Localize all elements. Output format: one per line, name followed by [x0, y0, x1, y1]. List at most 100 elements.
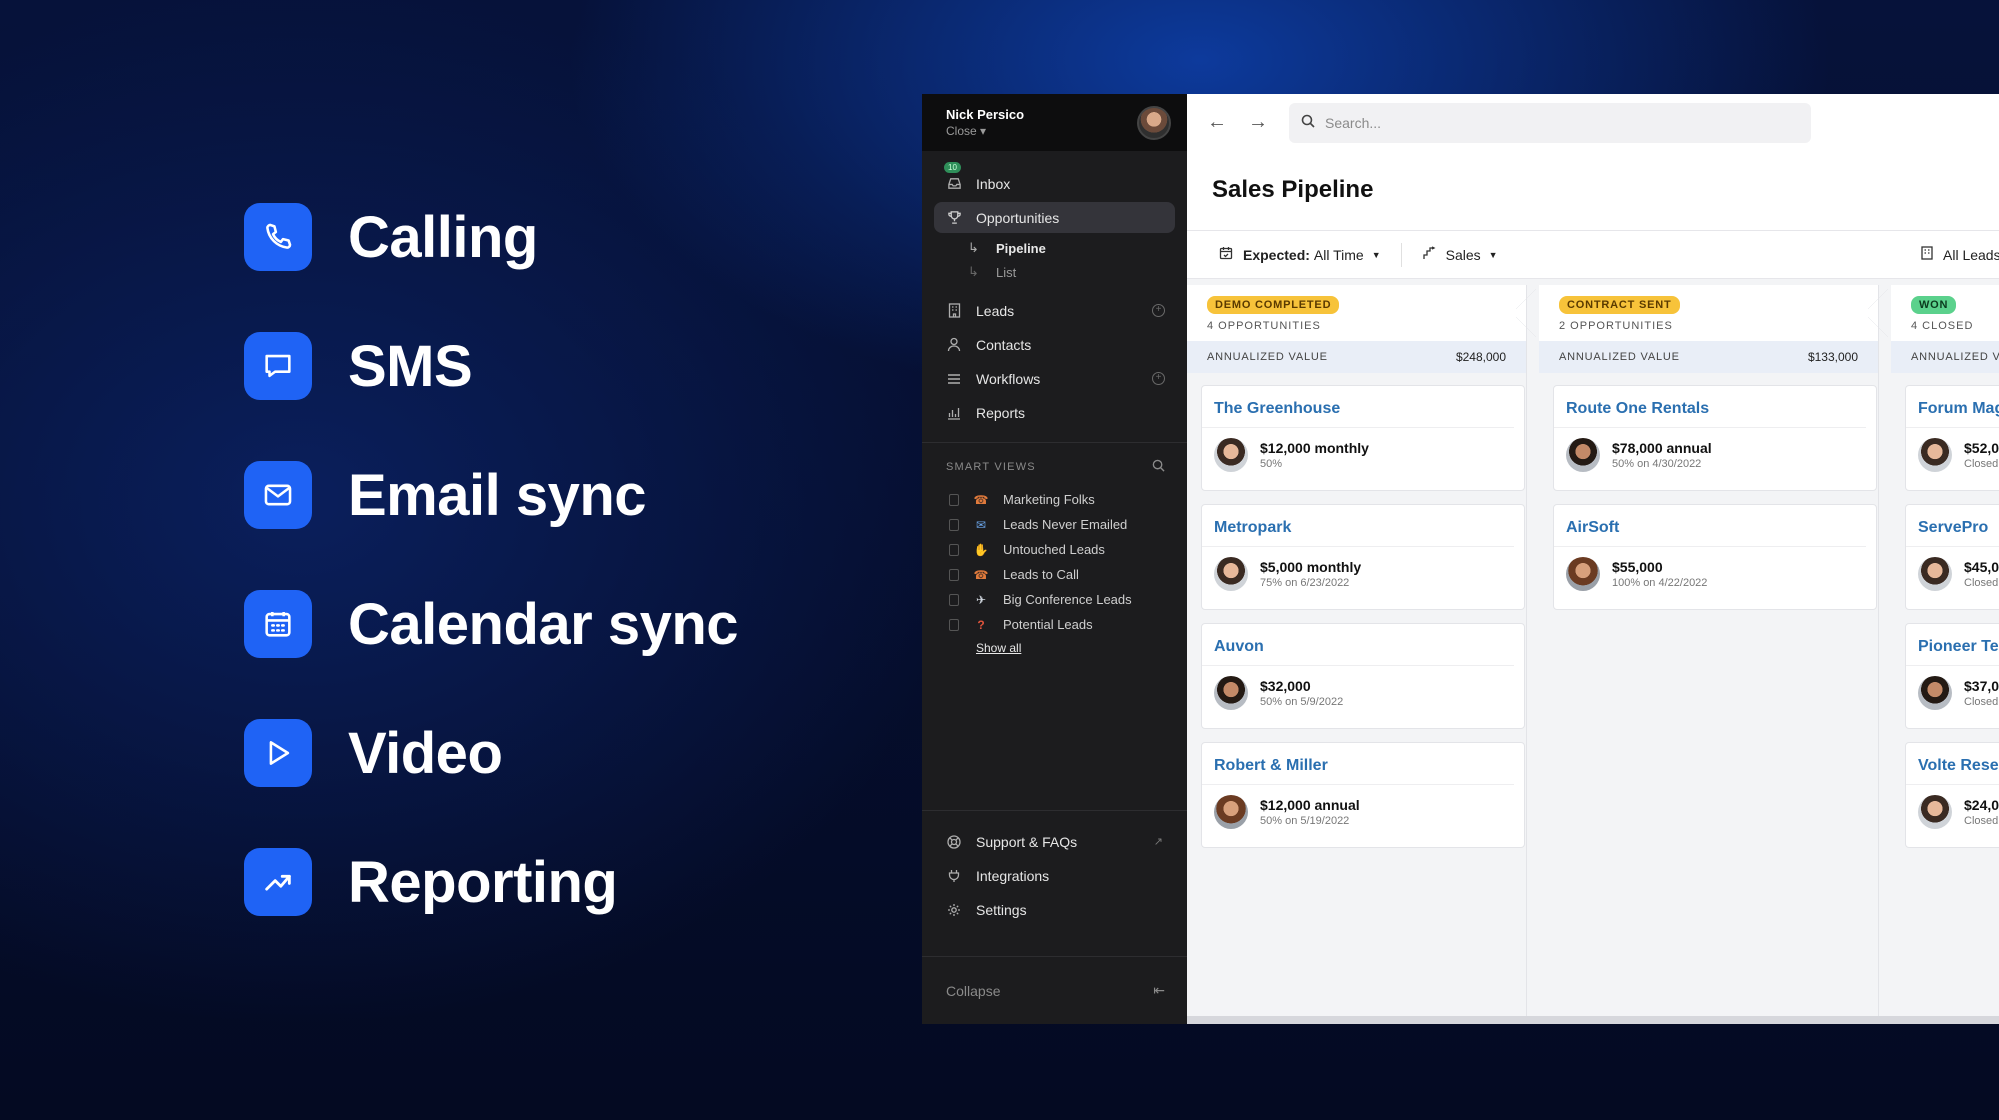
feature-label: SMS	[348, 333, 473, 399]
collapse-button[interactable]: Collapse ⇤	[922, 956, 1187, 1024]
card-title[interactable]: Route One Rentals	[1554, 386, 1866, 428]
sidebar-item-label: Inbox	[976, 175, 1011, 192]
forward-arrow-icon[interactable]: →	[1244, 109, 1272, 137]
card-confidence: 50% on 5/9/2022	[1260, 696, 1344, 708]
card-confidence: Closed	[1964, 577, 1999, 589]
sidebar-item-label: Integrations	[976, 867, 1050, 884]
card-title[interactable]: Auvon	[1202, 624, 1514, 666]
expected-date-filter[interactable]: Expected: All Time ▼	[1219, 246, 1381, 263]
pipeline-icon	[1422, 246, 1436, 263]
smart-view-item[interactable]: ☎ Leads to Call	[922, 562, 1187, 587]
card-title[interactable]: Forum Mag	[1906, 386, 1999, 428]
trend-up-icon	[244, 848, 312, 916]
opportunity-card[interactable]: AirSoft $55,000 100% on 4/22/2022	[1553, 504, 1877, 610]
trophy-icon	[946, 210, 962, 226]
card-title[interactable]: Volte Rese	[1906, 743, 1999, 785]
sidebar: Nick Persico Close ▾ 10 Inbox Opportunit…	[922, 94, 1187, 1024]
smart-view-item[interactable]: ? Potential Leads	[922, 612, 1187, 637]
stage-badge: DEMO COMPLETED	[1207, 296, 1340, 314]
sidebar-item-reports[interactable]: Reports	[934, 397, 1175, 428]
smart-view-item[interactable]: ☎ Marketing Folks	[922, 487, 1187, 512]
list-icon: ↳	[968, 264, 979, 279]
card-title[interactable]: Metropark	[1202, 505, 1514, 547]
collapse-arrow-icon: ⇤	[1153, 982, 1165, 998]
sidebar-item-contacts[interactable]: Contacts	[934, 329, 1175, 360]
smart-view-item[interactable]: ✈ Big Conference Leads	[922, 587, 1187, 612]
back-arrow-icon[interactable]: ←	[1203, 109, 1231, 137]
opportunity-card[interactable]: Metropark $5,000 monthly 75% on 6/23/2022	[1201, 504, 1525, 610]
pipeline-group-filter[interactable]: Sales ▼	[1422, 246, 1498, 263]
opportunity-card[interactable]: Route One Rentals $78,000 annual 50% on 4…	[1553, 385, 1877, 491]
smart-view-item[interactable]: ✋ Untouched Leads	[922, 537, 1187, 562]
feature-label: Calendar sync	[348, 591, 739, 657]
telephone-emoji-icon: ☎	[973, 492, 989, 507]
avatar	[1918, 795, 1952, 829]
sidebar-item-list[interactable]: ↳ List	[946, 260, 1187, 284]
card-confidence: 50% on 5/19/2022	[1260, 815, 1350, 827]
add-workflow-icon[interactable]: +	[1152, 372, 1165, 385]
sidebar-item-leads[interactable]: Leads +	[934, 295, 1175, 326]
sidebar-item-support[interactable]: Support & FAQs ↗	[934, 826, 1175, 857]
org-name: Close ▾	[946, 124, 987, 138]
person-icon	[946, 337, 962, 353]
search-input[interactable]	[1325, 114, 1785, 131]
annualized-value: $248,000	[1455, 350, 1506, 364]
card-confidence: 50%	[1260, 458, 1283, 470]
sidebar-item-label: Leads	[976, 302, 1015, 319]
sidebar-item-opportunities[interactable]: Opportunities	[934, 202, 1175, 233]
card-title[interactable]: Pioneer Te	[1906, 624, 1999, 666]
external-link-icon: ↗	[1153, 836, 1163, 848]
opportunity-card[interactable]: Auvon $32,000 50% on 5/9/2022	[1201, 623, 1525, 729]
sidebar-item-pipeline[interactable]: ↳ Pipeline	[946, 236, 1187, 260]
sidebar-item-label: Contacts	[976, 336, 1032, 353]
card-amount: $52,0	[1964, 440, 1999, 456]
sidebar-item-settings[interactable]: Settings	[934, 894, 1175, 925]
horizontal-scrollbar[interactable]	[1187, 1016, 1999, 1024]
leads-filter[interactable]: All Leads	[1921, 246, 1999, 263]
column-value-row: ANNUALIZED VALUE	[1891, 341, 1999, 373]
sidebar-item-integrations[interactable]: Integrations	[934, 860, 1175, 891]
opportunity-card[interactable]: Robert & Miller $12,000 annual 50% on 5/1…	[1201, 742, 1525, 848]
smart-view-item[interactable]: ✉ Leads Never Emailed	[922, 512, 1187, 537]
sidebar-item-workflows[interactable]: Workflows +	[934, 363, 1175, 394]
column-count: 4 OPPORTUNITIES	[1207, 320, 1321, 332]
envelope-emoji-icon: ✉	[975, 517, 987, 532]
card-title[interactable]: Robert & Miller	[1202, 743, 1514, 785]
sidebar-item-inbox[interactable]: 10 Inbox	[934, 162, 1175, 199]
feature-sms: SMS	[244, 332, 738, 400]
search-icon[interactable]	[1152, 459, 1165, 475]
search-icon	[1301, 114, 1315, 131]
card-title[interactable]: AirSoft	[1554, 505, 1866, 547]
opportunity-card[interactable]: Volte Rese $24,0 Closed	[1905, 742, 1999, 848]
divider	[922, 442, 1187, 443]
card-amount: $24,0	[1964, 797, 1999, 813]
card-confidence: Closed	[1964, 696, 1999, 708]
search-bar[interactable]	[1289, 102, 1811, 143]
avatar	[1214, 557, 1248, 591]
opportunity-card[interactable]: ServePro $45,0 Closed	[1905, 504, 1999, 610]
avatar	[1918, 676, 1952, 710]
document-icon	[949, 618, 959, 631]
show-all-link[interactable]: Show all	[922, 637, 1187, 659]
opportunity-card[interactable]: The Greenhouse $12,000 monthly 50%	[1201, 385, 1525, 491]
opportunity-card[interactable]: Forum Mag $52,0 Closed	[1905, 385, 1999, 491]
feature-calendar-sync: Calendar sync	[244, 590, 739, 658]
feature-reporting: Reporting	[244, 848, 738, 916]
add-lead-icon[interactable]: +	[1152, 304, 1165, 317]
account-switcher[interactable]: Nick Persico Close ▾	[922, 94, 1187, 151]
avatar[interactable]	[1137, 105, 1171, 140]
card-title[interactable]: The Greenhouse	[1202, 386, 1514, 428]
document-icon	[949, 543, 959, 556]
sidebar-item-label: Support & FAQs	[976, 833, 1078, 850]
gear-icon	[946, 902, 962, 918]
card-title[interactable]: ServePro	[1906, 505, 1999, 547]
building-icon	[946, 303, 962, 319]
column-header: DEMO COMPLETED 4 OPPORTUNITIES	[1187, 285, 1536, 341]
pipeline-icon: ↳	[968, 240, 979, 255]
envelope-icon	[244, 461, 312, 529]
sidebar-item-label: Reports	[976, 404, 1026, 421]
opportunity-card[interactable]: Pioneer Te $37,0 Closed	[1905, 623, 1999, 729]
card-amount: $37,0	[1964, 678, 1999, 694]
play-icon	[244, 719, 312, 787]
user-name: Nick Persico	[946, 107, 1025, 122]
